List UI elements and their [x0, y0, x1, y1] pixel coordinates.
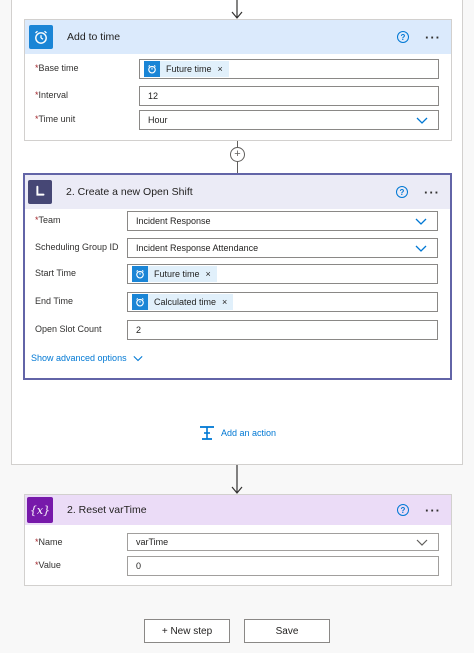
interval-row: *Interval 12: [25, 86, 451, 108]
scheduling-group-dropdown[interactable]: Incident Response Attendance: [127, 238, 438, 258]
more-options-icon[interactable]: ···: [424, 186, 440, 199]
open-shift-header[interactable]: 2. Create a new Open Shift ? ···: [25, 175, 450, 209]
variable-icon: {x}: [27, 497, 53, 523]
dynamic-token[interactable]: Future time ×: [132, 266, 217, 282]
chevron-down-icon: [415, 245, 427, 252]
name-value: varTime: [136, 537, 169, 547]
add-to-time-header[interactable]: Add to time ? ···: [25, 20, 451, 54]
insert-step-plus-icon[interactable]: +: [230, 147, 245, 162]
value-row: *Value 0: [25, 556, 451, 578]
dynamic-token[interactable]: Calculated time ×: [132, 294, 234, 310]
team-label: Team: [38, 215, 61, 225]
remove-token-icon[interactable]: ×: [222, 297, 227, 307]
help-icon[interactable]: ?: [397, 504, 409, 516]
card-title: Add to time: [67, 31, 121, 43]
more-options-icon[interactable]: ···: [425, 31, 441, 44]
name-label: Name: [38, 537, 63, 547]
open-slot-count-value: 2: [136, 325, 142, 335]
base-time-row: *Base time Future time ×: [25, 59, 451, 81]
time-unit-label: Time unit: [38, 114, 76, 124]
advanced-link-label: Show advanced options: [31, 353, 127, 363]
start-time-row: Start Time Future time ×: [25, 264, 450, 286]
show-advanced-options-link[interactable]: Show advanced options: [31, 353, 143, 363]
open-shift-card: 2. Create a new Open Shift ? ··· *Team I…: [23, 173, 452, 380]
value-label: Value: [38, 560, 61, 570]
connector-arrow: [231, 465, 243, 494]
end-time-row: End Time Calculated time ×: [25, 292, 450, 314]
time-unit-dropdown[interactable]: Hour: [139, 110, 439, 130]
value-value: 0: [136, 561, 142, 571]
time-unit-value: Hour: [148, 115, 168, 125]
add-an-action-button[interactable]: Add an action: [199, 425, 276, 441]
remove-token-icon[interactable]: ×: [206, 269, 211, 279]
time-unit-row: *Time unit Hour: [25, 110, 451, 132]
team-dropdown[interactable]: Incident Response: [127, 211, 438, 231]
alarm-clock-icon: [29, 25, 53, 49]
end-time-label: End Time: [35, 296, 74, 306]
more-options-icon[interactable]: ···: [425, 504, 441, 517]
end-time-field[interactable]: Calculated time ×: [127, 292, 438, 312]
open-slot-count-row: Open Slot Count 2: [25, 320, 450, 342]
teams-shifts-icon: [28, 180, 52, 204]
token-label: Future time: [166, 64, 212, 74]
scheduling-group-row: Scheduling Group ID Incident Response At…: [25, 238, 450, 260]
value-field[interactable]: 0: [127, 556, 439, 576]
alarm-clock-icon: [132, 294, 148, 310]
start-time-field[interactable]: Future time ×: [127, 264, 438, 284]
reset-vartime-card: {x} 2. Reset varTime ? ··· *Name varTime…: [24, 494, 452, 586]
chevron-down-icon: [416, 539, 428, 546]
team-value: Incident Response: [136, 216, 211, 226]
reset-vartime-header[interactable]: {x} 2. Reset varTime ? ···: [25, 495, 451, 525]
card-title: 2. Create a new Open Shift: [66, 186, 193, 198]
team-row: *Team Incident Response: [25, 211, 450, 233]
token-label: Calculated time: [154, 297, 217, 307]
chevron-down-icon: [415, 218, 427, 225]
base-time-label: Base time: [38, 63, 79, 73]
name-row: *Name varTime: [25, 533, 451, 555]
help-icon[interactable]: ?: [396, 186, 408, 198]
open-slot-count-field[interactable]: 2: [127, 320, 438, 340]
interval-value: 12: [148, 91, 159, 101]
scheduling-group-value: Incident Response Attendance: [136, 243, 259, 253]
new-step-button[interactable]: + New step: [144, 619, 230, 643]
chevron-down-icon: [416, 117, 428, 124]
connector-arrow-top: [231, 0, 243, 19]
token-label: Future time: [154, 269, 200, 279]
start-time-label: Start Time: [35, 268, 77, 278]
add-an-action-label: Add an action: [221, 428, 277, 438]
card-title: 2. Reset varTime: [67, 504, 147, 516]
remove-token-icon[interactable]: ×: [218, 64, 223, 74]
open-slot-count-label: Open Slot Count: [35, 324, 102, 334]
variable-icon-glyph: {x}: [29, 503, 51, 517]
scheduling-group-label: Scheduling Group ID: [35, 242, 119, 252]
alarm-clock-icon: [132, 266, 148, 282]
help-icon[interactable]: ?: [397, 31, 409, 43]
base-time-field[interactable]: Future time ×: [139, 59, 439, 79]
add-to-time-card: Add to time ? ··· *Base time Future time…: [24, 19, 452, 141]
name-dropdown[interactable]: varTime: [127, 533, 439, 551]
interval-field[interactable]: 12: [139, 86, 439, 106]
chevron-down-icon: [133, 355, 143, 362]
add-action-icon: [200, 426, 214, 440]
save-button[interactable]: Save: [244, 619, 330, 643]
alarm-clock-icon: [144, 61, 160, 77]
dynamic-token[interactable]: Future time ×: [144, 61, 229, 77]
interval-label: Interval: [38, 90, 69, 100]
